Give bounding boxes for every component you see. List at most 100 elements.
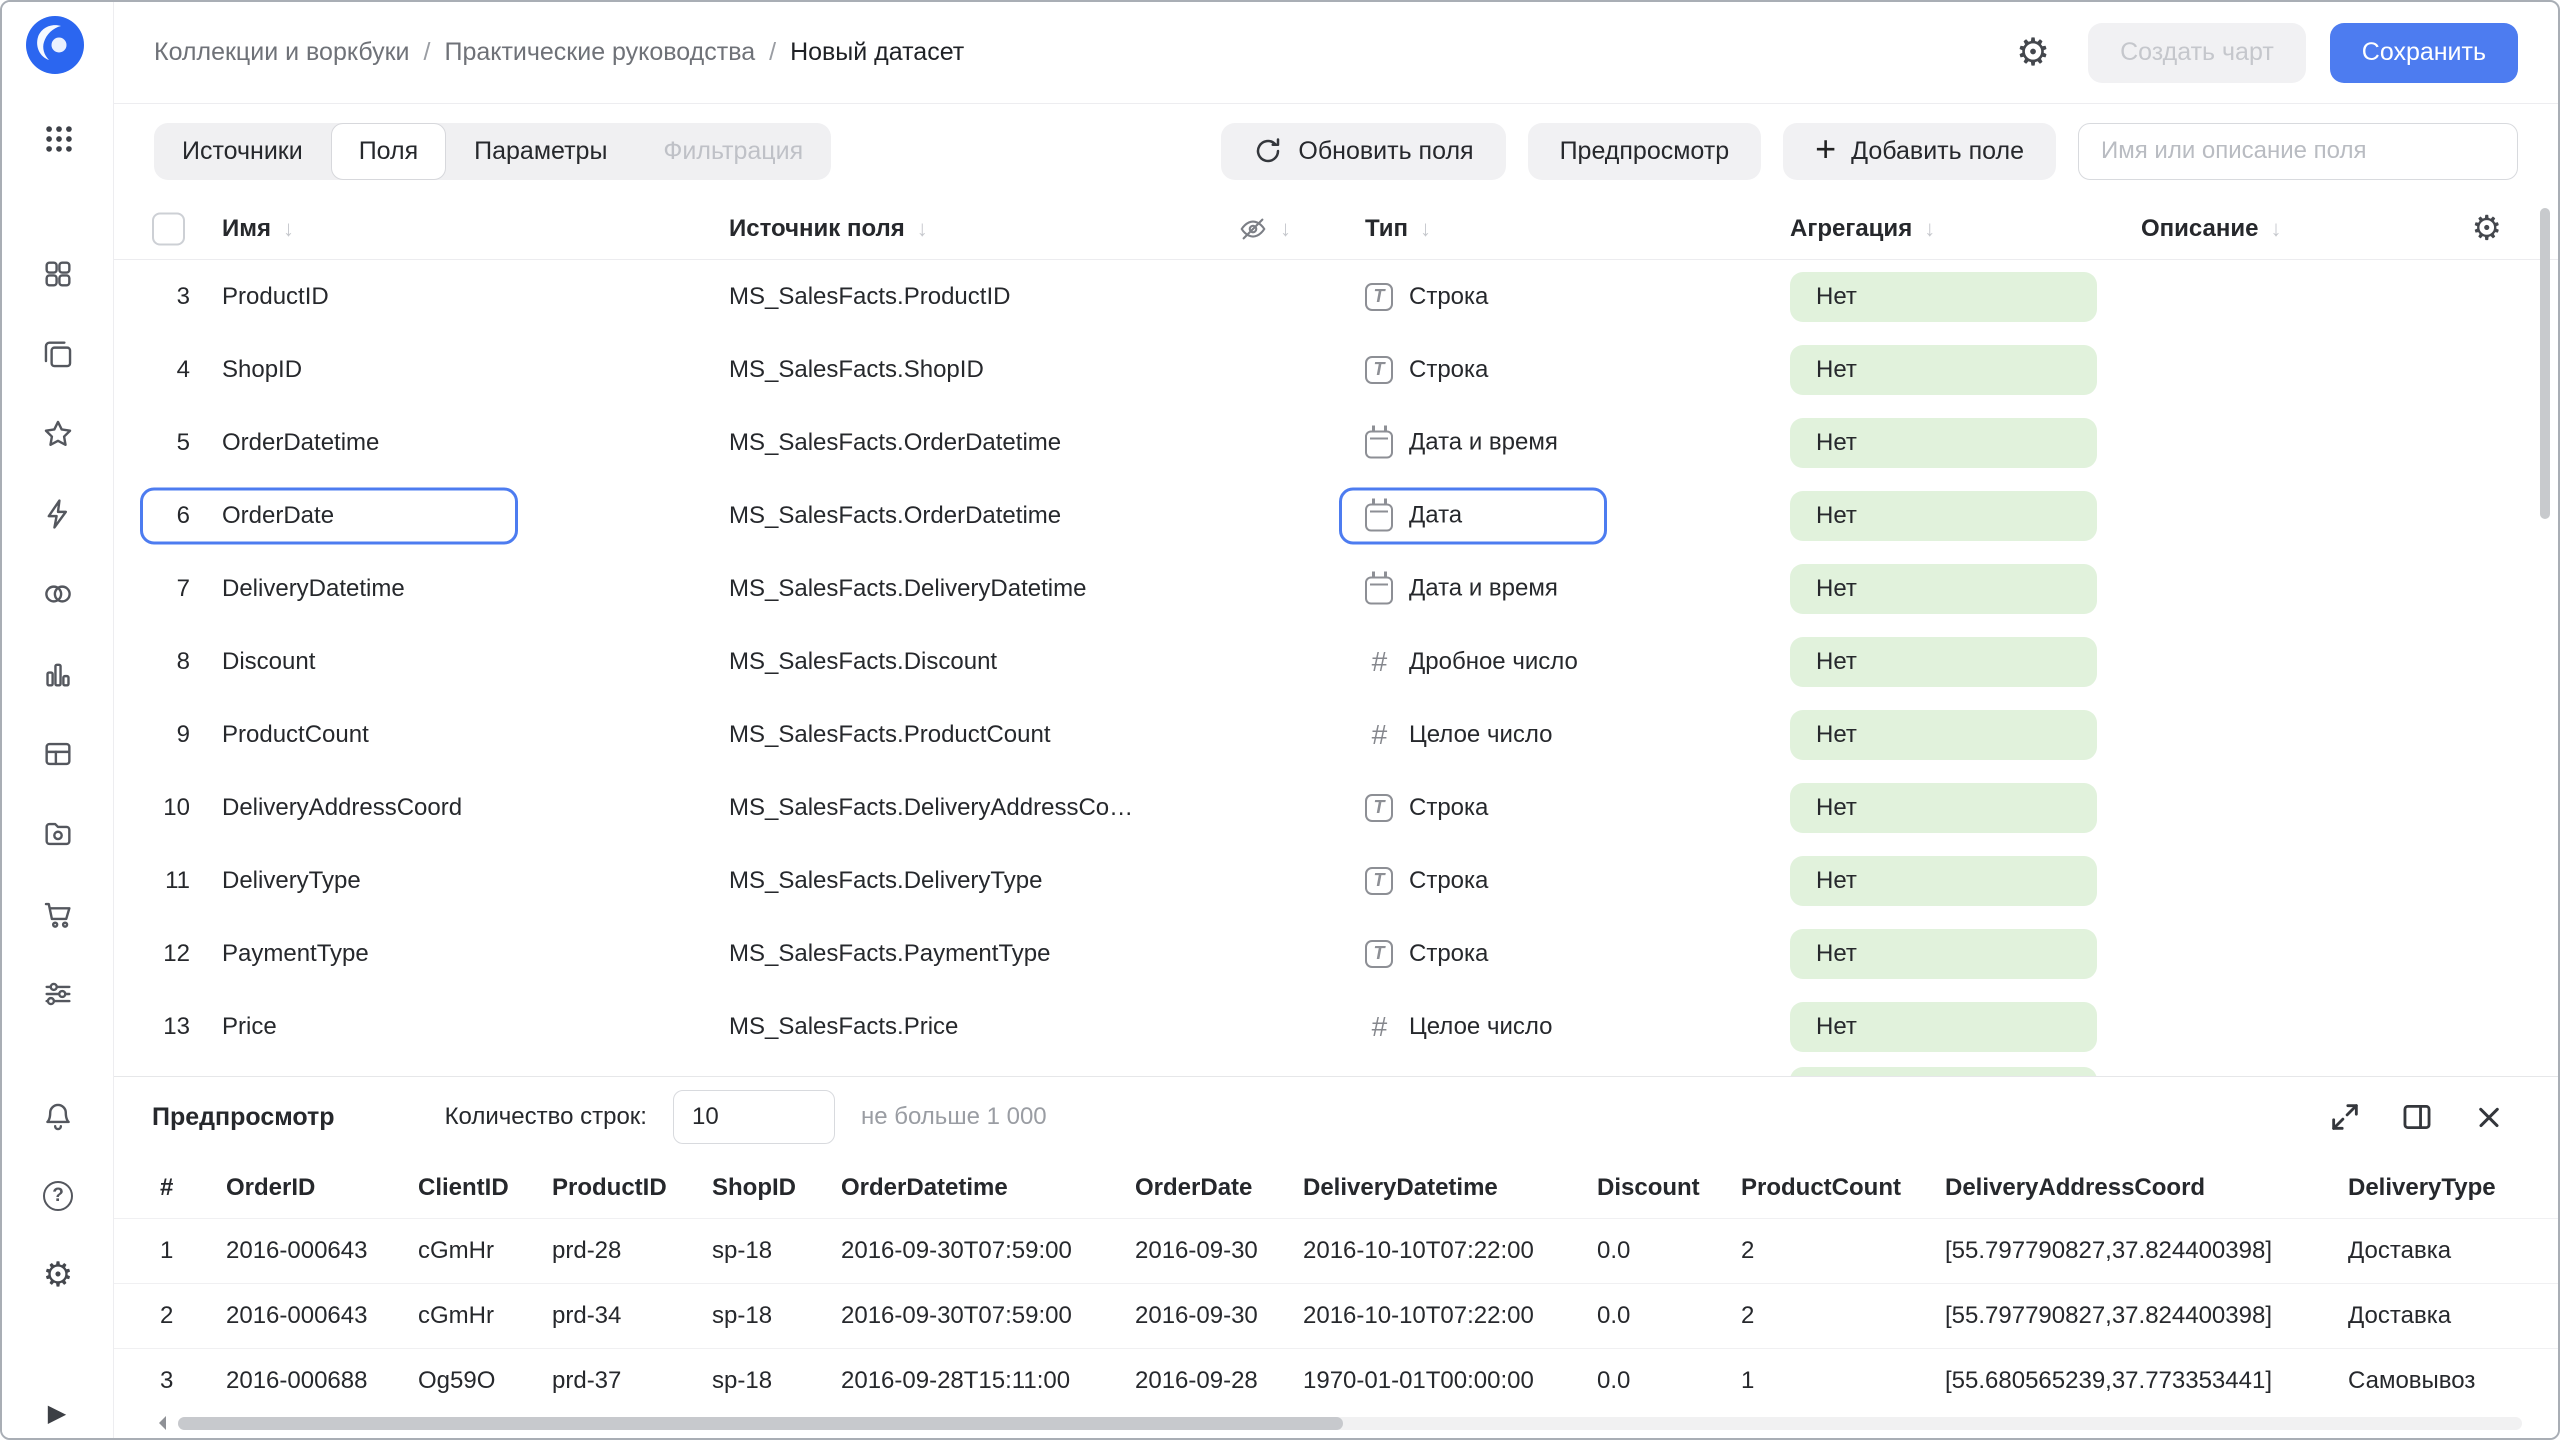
field-name[interactable]: Discount <box>222 648 315 676</box>
field-type[interactable]: Строка <box>1365 794 1488 822</box>
expand-sidebar-button[interactable] <box>40 1396 74 1430</box>
row-count-input[interactable] <box>673 1090 835 1144</box>
column-header-name[interactable]: Имя <box>222 215 294 243</box>
connections-icon[interactable] <box>41 577 75 611</box>
breadcrumb-item-collections[interactable]: Коллекции и воркбуки <box>154 38 410 67</box>
field-name[interactable]: PaymentType <box>222 940 369 968</box>
favorites-star-icon[interactable] <box>41 417 75 451</box>
preview-toggle-button[interactable]: Предпросмотр <box>1528 123 1762 180</box>
field-row[interactable]: 10 DeliveryAddressCoord MS_SalesFacts.De… <box>114 771 2558 844</box>
horizontal-scrollbar[interactable] <box>178 1417 2522 1430</box>
notifications-bell-icon[interactable] <box>41 1100 75 1134</box>
field-search-input[interactable] <box>2078 123 2518 180</box>
field-source[interactable]: MS_SalesFacts.PaymentType <box>729 940 1050 968</box>
breadcrumb-item-guides[interactable]: Практические руководства <box>444 38 755 67</box>
collections-icon[interactable] <box>41 257 75 291</box>
field-source[interactable]: MS_SalesFacts.OrderDatetime <box>729 429 1061 457</box>
field-source[interactable]: MS_SalesFacts.ProductID <box>729 283 1010 311</box>
column-settings-button[interactable] <box>2472 209 2502 248</box>
aggregation-select[interactable]: Нет <box>1790 491 2097 541</box>
sidebar-settings-button[interactable] <box>41 1258 75 1292</box>
aggregation-select[interactable]: Нет <box>1790 345 2097 395</box>
field-row[interactable]: 7 DeliveryDatetime MS_SalesFacts.Deliver… <box>114 552 2558 625</box>
field-name[interactable]: Price <box>222 1013 277 1041</box>
field-name[interactable]: DeliveryDatetime <box>222 575 405 603</box>
field-row[interactable]: 13 Price MS_SalesFacts.Price Целое число… <box>114 990 2558 1063</box>
aggregation-select[interactable]: Нет <box>1790 856 2097 906</box>
field-row[interactable]: 12 PaymentType MS_SalesFacts.PaymentType… <box>114 917 2558 990</box>
aggregation-select[interactable]: Нет <box>1790 418 2097 468</box>
field-name[interactable]: DeliveryAddressCoord <box>222 794 462 822</box>
field-row[interactable]: 8 Discount MS_SalesFacts.Discount Дробно… <box>114 625 2558 698</box>
settings-sliders-icon[interactable] <box>41 977 75 1011</box>
scroll-left-arrow[interactable] <box>150 1414 166 1430</box>
field-source[interactable]: MS_SalesFacts.DeliveryType <box>729 867 1042 895</box>
dataset-settings-button[interactable] <box>2016 34 2064 72</box>
save-button[interactable]: Сохранить <box>2330 23 2518 83</box>
vertical-scrollbar-thumb[interactable] <box>2540 208 2550 519</box>
field-type[interactable]: Строка <box>1365 867 1488 895</box>
field-row[interactable]: 9 ProductCount MS_SalesFacts.ProductCoun… <box>114 698 2558 771</box>
field-row[interactable]: 11 DeliveryType MS_SalesFacts.DeliveryTy… <box>114 844 2558 917</box>
field-row[interactable]: 5 OrderDatetime MS_SalesFacts.OrderDatet… <box>114 406 2558 479</box>
field-type[interactable]: Дата и время <box>1365 573 1558 604</box>
close-preview-button[interactable] <box>2472 1100 2506 1134</box>
help-icon[interactable] <box>41 1179 75 1213</box>
tab-parameters[interactable]: Параметры <box>446 123 635 180</box>
column-header-aggregation[interactable]: Агрегация <box>1790 215 1935 243</box>
field-source[interactable]: MS_SalesFacts.DeliveryDatetime <box>729 575 1086 603</box>
field-source[interactable]: MS_SalesFacts.ShopID <box>729 356 984 384</box>
column-header-type[interactable]: Тип <box>1365 215 1431 243</box>
field-type[interactable]: Строка <box>1365 356 1488 384</box>
aggregation-select[interactable]: Нет <box>1790 710 2097 760</box>
field-type[interactable]: Строка <box>1365 940 1488 968</box>
aggregation-select[interactable]: Нет <box>1790 929 2097 979</box>
create-chart-button[interactable]: Создать чарт <box>2088 23 2306 83</box>
field-type[interactable]: Дата и время <box>1365 427 1558 458</box>
workbooks-icon[interactable] <box>41 337 75 371</box>
column-header-source[interactable]: Источник поля <box>729 215 928 243</box>
aggregation-select[interactable]: Нет <box>1790 783 2097 833</box>
gallery-folder-icon[interactable] <box>41 817 75 851</box>
field-type[interactable]: Строка <box>1365 283 1488 311</box>
field-type[interactable]: Дробное число <box>1365 648 1578 676</box>
field-name[interactable]: ProductID <box>222 283 329 311</box>
column-header-description[interactable]: Описание <box>2141 215 2282 243</box>
split-view-button[interactable] <box>2400 1100 2434 1134</box>
add-field-button[interactable]: Добавить поле <box>1783 123 2056 180</box>
field-name[interactable]: ShopID <box>222 356 302 384</box>
select-all-checkbox[interactable] <box>152 212 185 245</box>
aggregation-select[interactable]: Нет <box>1790 1002 2097 1052</box>
field-type[interactable]: Целое число <box>1365 1013 1552 1041</box>
aggregation-select[interactable]: Нет <box>1790 637 2097 687</box>
field-type[interactable]: Целое число <box>1365 721 1552 749</box>
bar-chart-icon[interactable] <box>41 657 75 691</box>
apps-grid-icon[interactable] <box>42 122 74 154</box>
refresh-fields-button[interactable]: Обновить поля <box>1221 123 1505 180</box>
field-row-selected[interactable]: 6 OrderDate MS_SalesFacts.OrderDatetime … <box>114 479 2558 552</box>
field-row[interactable]: 3 ProductID MS_SalesFacts.ProductID Стро… <box>114 260 2558 333</box>
lightning-icon[interactable] <box>41 497 75 531</box>
tab-filtering[interactable]: Фильтрация <box>635 123 831 180</box>
datalens-logo[interactable] <box>26 16 84 74</box>
field-source[interactable]: MS_SalesFacts.OrderDatetime <box>729 502 1061 530</box>
tab-sources[interactable]: Источники <box>154 123 331 180</box>
field-source[interactable]: MS_SalesFacts.DeliveryAddressCo… <box>729 794 1133 822</box>
tab-fields[interactable]: Поля <box>331 123 446 180</box>
field-source[interactable]: MS_SalesFacts.Price <box>729 1013 958 1041</box>
table-icon[interactable] <box>41 737 75 771</box>
field-source[interactable]: MS_SalesFacts.Discount <box>729 648 997 676</box>
aggregation-select[interactable]: Нет <box>1790 272 2097 322</box>
field-source[interactable]: MS_SalesFacts.ProductCount <box>729 721 1050 749</box>
field-type[interactable]: Дата <box>1365 500 1462 531</box>
field-name[interactable]: ProductCount <box>222 721 369 749</box>
horizontal-scrollbar-thumb[interactable] <box>178 1417 1343 1430</box>
field-row[interactable]: 4 ShopID MS_SalesFacts.ShopID Строка Нет <box>114 333 2558 406</box>
marketplace-cart-icon[interactable] <box>41 897 75 931</box>
field-name[interactable]: OrderDatetime <box>222 429 379 457</box>
field-name[interactable]: OrderDate <box>222 502 334 530</box>
expand-preview-button[interactable] <box>2328 1100 2362 1134</box>
column-header-hidden[interactable] <box>1238 214 1291 244</box>
field-name[interactable]: DeliveryType <box>222 867 361 895</box>
aggregation-select[interactable]: Нет <box>1790 564 2097 614</box>
